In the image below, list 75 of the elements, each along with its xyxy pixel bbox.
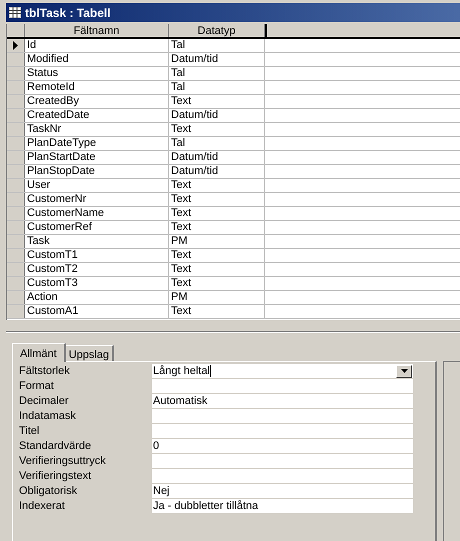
table-cell: Text (169, 249, 265, 262)
caret-icon (400, 369, 408, 373)
field-value: Långt heltal (153, 364, 210, 378)
property-label: Decimaler (19, 394, 70, 409)
table-cell: PM (169, 235, 265, 248)
table-cell: CreatedDate (25, 109, 169, 122)
table-cell: Status (25, 67, 169, 80)
tab[interactable]: Allmänt (12, 343, 66, 362)
table-cell: PlanStartDate (25, 151, 169, 164)
field-value: 0 (153, 440, 160, 452)
table-cell: Datum/tid (169, 53, 265, 66)
dropdown-button[interactable] (396, 364, 412, 378)
input-field[interactable]: 0 (152, 439, 413, 453)
table-cell: CreatedBy (25, 95, 169, 108)
input-field[interactable] (152, 409, 413, 423)
table-cell: Text (169, 305, 265, 318)
input-field[interactable]: Automatisk (152, 394, 413, 408)
property-label: Fältstorlek (19, 364, 71, 379)
property-label: Format (19, 378, 55, 394)
table-cell: Datum/tid (169, 151, 265, 164)
table-cell: RemoteId (25, 81, 169, 94)
table-cell: PM (169, 291, 265, 304)
table-cell: Tal (169, 81, 265, 94)
table-cell: CustomerName (25, 207, 169, 220)
table-cell: Text (169, 277, 265, 290)
field-value: Nej (153, 484, 170, 498)
property-label: Standardvärde (19, 438, 92, 454)
field-value: Automatisk (153, 394, 208, 408)
table-icon (9, 7, 21, 18)
input-field[interactable] (152, 469, 413, 483)
input-field[interactable] (152, 379, 413, 393)
table-cell: Tal (169, 39, 265, 52)
table-cell: CustomerNr (25, 193, 169, 206)
dropdown-field[interactable]: Långt heltal (152, 364, 413, 378)
input-field[interactable]: Nej (152, 484, 413, 498)
table-cell: CustomT3 (25, 277, 169, 290)
table-cell: Modified (25, 53, 169, 66)
column-header[interactable]: Datatyp (169, 24, 265, 37)
table-cell: PlanStopDate (25, 165, 169, 178)
property-label: Verifieringstext (19, 468, 92, 484)
column-header[interactable]: Fältnamn (25, 24, 169, 37)
table-cell: Task (25, 235, 169, 248)
table-cell: User (25, 179, 169, 192)
field-value: Ja - dubbletter tillåtna (153, 500, 258, 512)
table-cell: Text (169, 123, 265, 136)
property-label: Indexerat (19, 498, 66, 514)
tab[interactable]: Uppslag (66, 345, 114, 361)
table-cell: Datum/tid (169, 109, 265, 122)
table-cell: Datum/tid (169, 165, 265, 178)
table-cell: Id (25, 39, 169, 52)
property-label: Indatamask (19, 408, 77, 424)
table-cell: Text (169, 263, 265, 276)
input-field[interactable]: Ja - dubbletter tillåtna (152, 499, 413, 513)
table-cell: Text (169, 193, 265, 206)
table-cell: Text (169, 179, 265, 192)
table-cell: CustomT2 (25, 263, 169, 276)
table-cell: Text (169, 207, 265, 220)
table-cell: Text (169, 221, 265, 234)
current-row-icon (13, 41, 18, 50)
table-cell: CustomA1 (25, 305, 169, 318)
table-cell: Tal (169, 67, 265, 80)
table-cell: Tal (169, 137, 265, 150)
input-field[interactable] (152, 454, 413, 468)
table-cell: PlanDateType (25, 137, 169, 150)
table-cell: Text (169, 95, 265, 108)
table-cell: TaskNr (25, 123, 169, 136)
table-cell: CustomerRef (25, 221, 169, 234)
table-cell: CustomT1 (25, 249, 169, 262)
property-label: Obligatorisk (19, 484, 78, 499)
row-selector[interactable] (7, 39, 25, 52)
window-title: tblTask : Tabell (25, 4, 111, 22)
input-field[interactable] (152, 424, 413, 438)
table-cell: Action (25, 291, 169, 304)
property-label: Verifieringsuttryck (19, 454, 107, 469)
property-label: Titel (19, 424, 40, 439)
